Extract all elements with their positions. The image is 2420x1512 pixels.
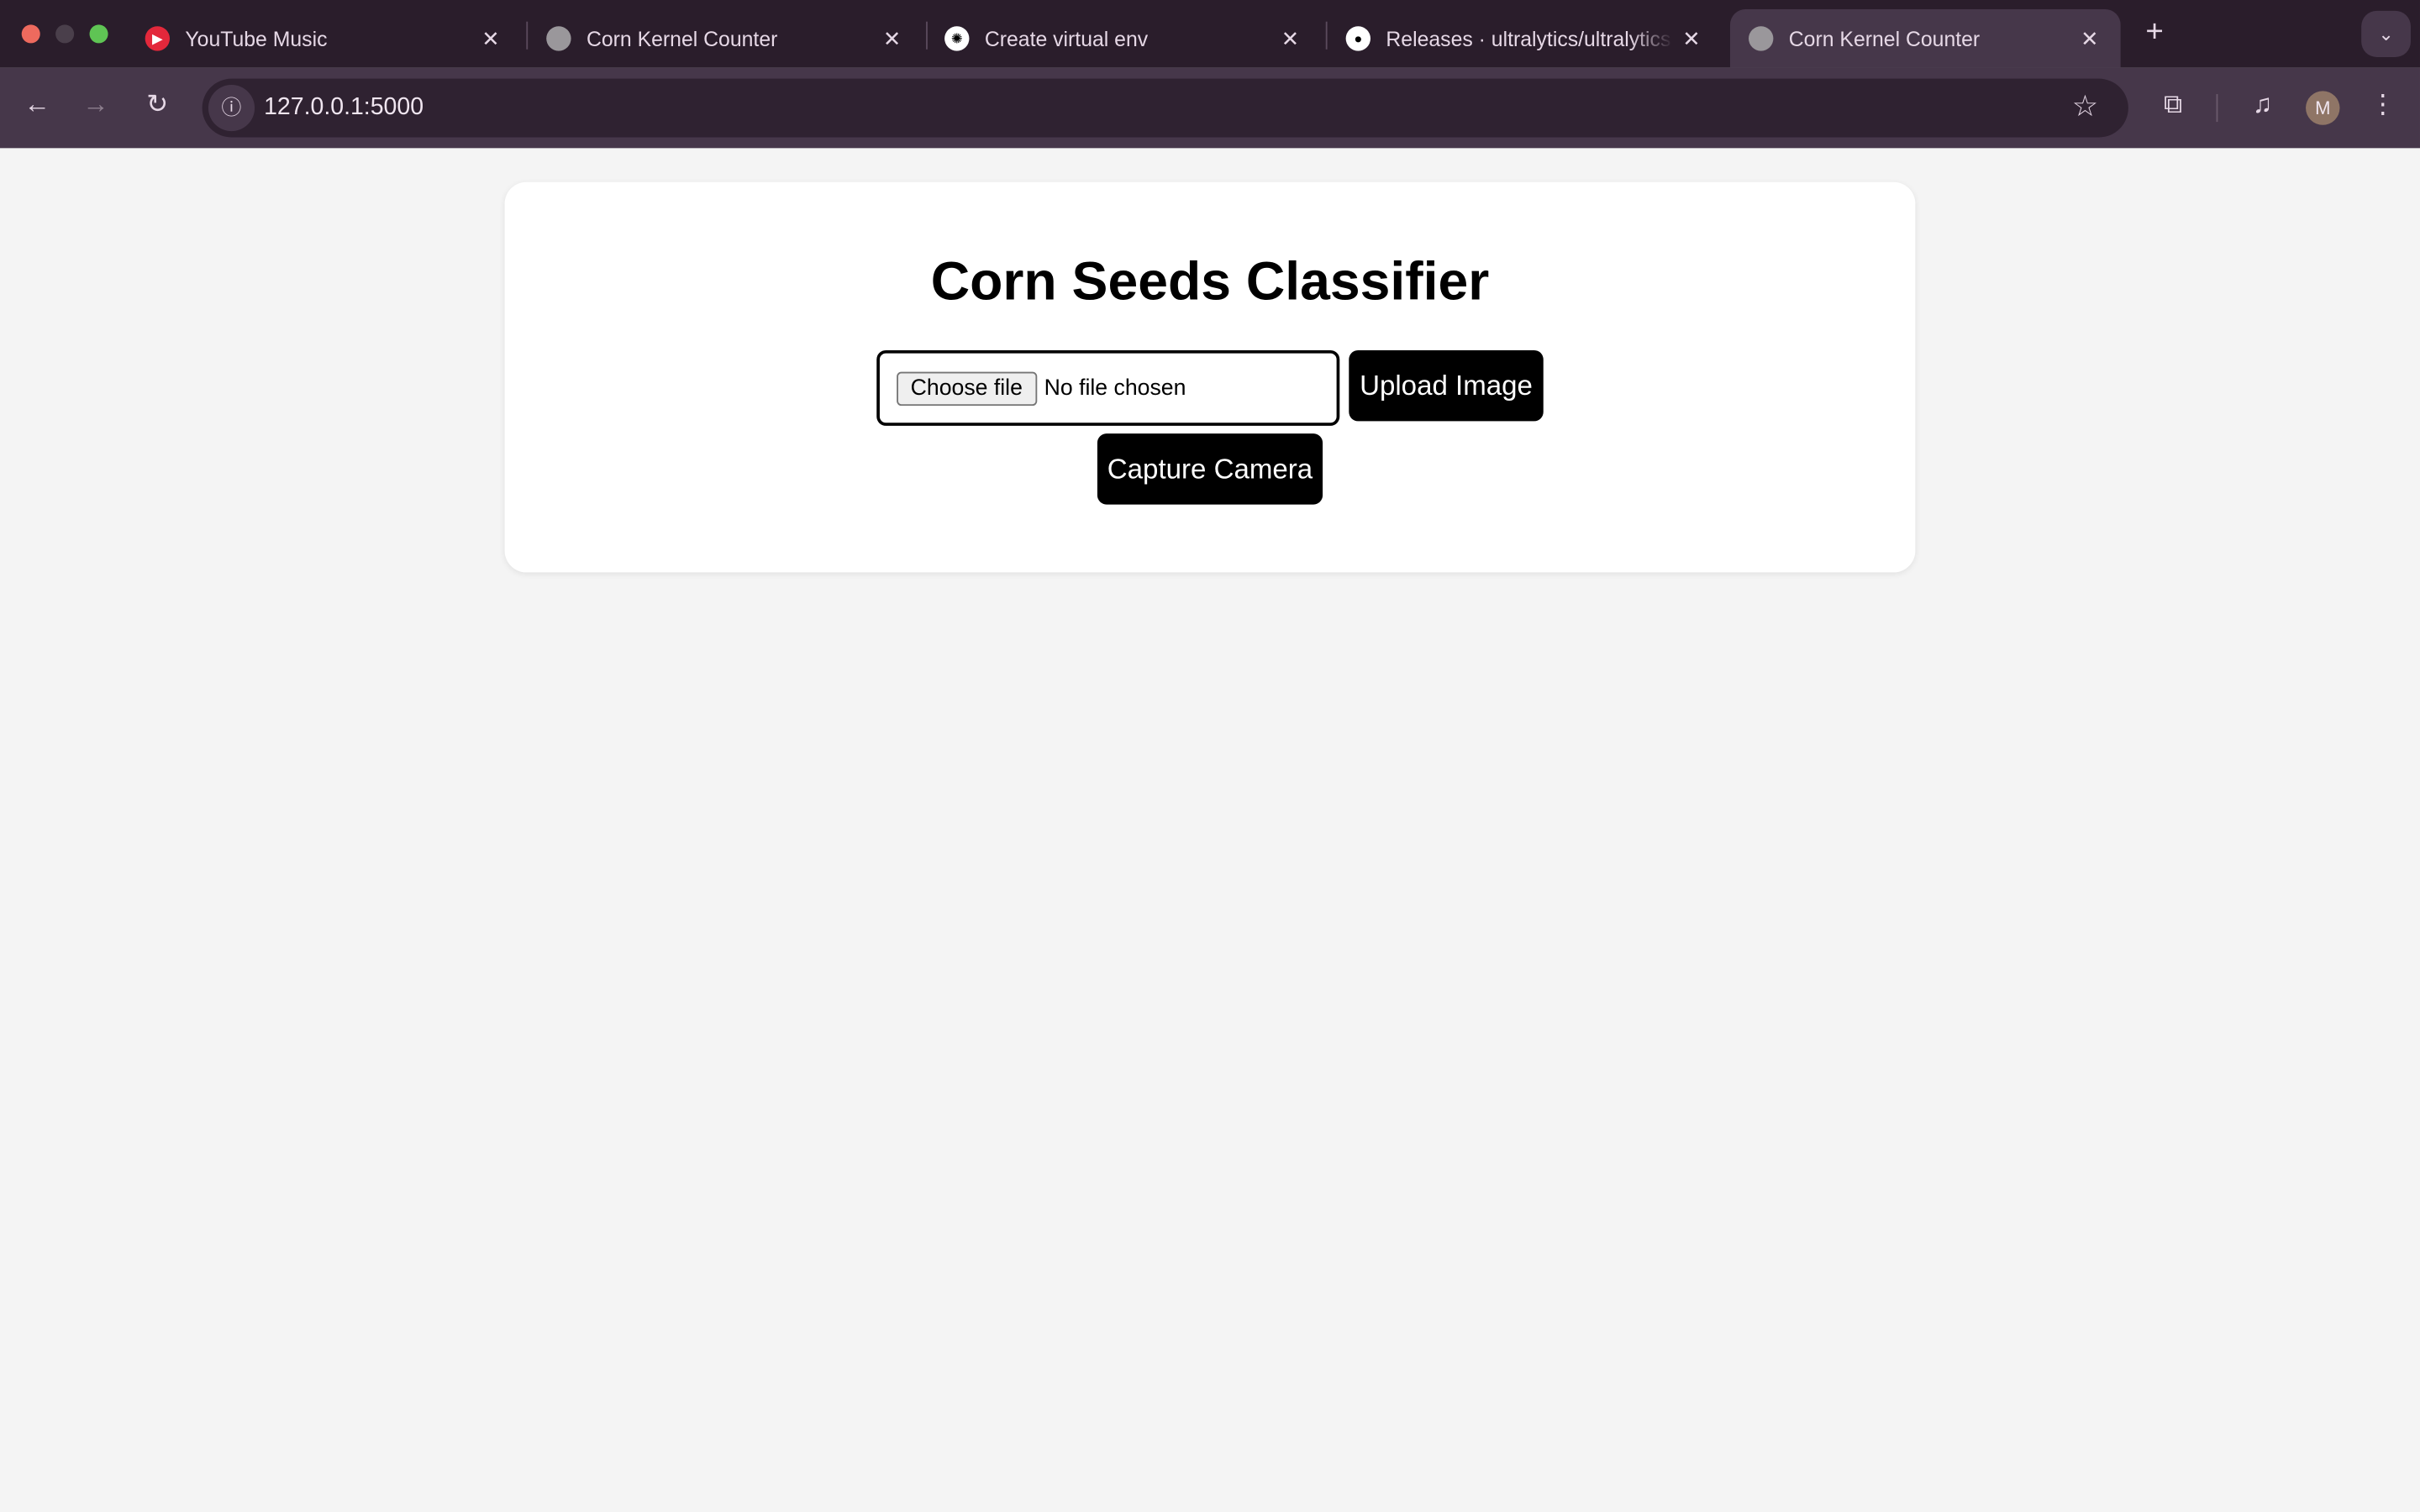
reload-button[interactable]: ↻: [139, 90, 176, 121]
file-status: No file chosen: [1044, 375, 1186, 401]
upload-image-button[interactable]: Upload Image: [1349, 349, 1544, 422]
site-info-icon[interactable]: ⓘ: [208, 85, 255, 132]
close-tab-icon[interactable]: ✕: [2071, 25, 2108, 51]
close-tab-icon[interactable]: ✕: [472, 25, 509, 51]
globe-icon: [546, 26, 571, 51]
capture-camera-button[interactable]: Capture Camera: [1097, 433, 1323, 505]
close-tab-icon[interactable]: ✕: [874, 25, 911, 51]
file-input[interactable]: Choose file No file chosen: [876, 349, 1340, 426]
globe-icon: [1749, 26, 1774, 51]
github-icon: ●: [1345, 26, 1371, 51]
tab-create-virtual-env[interactable]: ✺ Create virtual env ✕: [926, 9, 1321, 68]
tab-corn-kernel-counter-active[interactable]: Corn Kernel Counter ✕: [1729, 9, 2121, 68]
menu-kebab-icon[interactable]: ⋮: [2365, 90, 2402, 121]
close-tab-icon[interactable]: ✕: [1271, 25, 1308, 51]
address-bar[interactable]: ⓘ 127.0.0.1:5000 ☆: [202, 78, 2128, 138]
openai-icon: ✺: [944, 26, 970, 51]
tab-youtube-music[interactable]: ▶ YouTube Music ✕: [127, 9, 522, 68]
toolbar-divider: [2216, 94, 2218, 123]
media-controls-icon[interactable]: ♫: [2244, 90, 2281, 121]
choose-file-button[interactable]: Choose file: [897, 370, 1037, 406]
extensions-icon[interactable]: ⧉: [2154, 90, 2191, 121]
maximize-window-button[interactable]: [89, 24, 108, 44]
minimize-window-button[interactable]: [55, 24, 75, 44]
new-tab-button[interactable]: +: [2136, 15, 2173, 50]
url-text[interactable]: 127.0.0.1:5000: [264, 94, 424, 122]
youtube-music-icon: ▶: [145, 26, 171, 51]
forward-button[interactable]: →: [77, 90, 114, 121]
browser-toolbar: ← → ↻ ⓘ 127.0.0.1:5000 ☆ ⧉ ♫ M ⋮: [0, 67, 2420, 149]
bookmark-star-icon[interactable]: ☆: [2066, 90, 2103, 125]
tab-strip: ▶ YouTube Music ✕ Corn Kernel Counter ✕ …: [0, 0, 2420, 68]
back-button[interactable]: ←: [18, 90, 55, 121]
page-title: Corn Seeds Classifier: [930, 251, 1490, 312]
close-tab-icon[interactable]: ✕: [1673, 25, 1710, 51]
tab-search-button[interactable]: ⌄: [2361, 10, 2411, 57]
tab-corn-kernel-counter[interactable]: Corn Kernel Counter ✕: [528, 9, 923, 68]
tab-releases-ultralytics[interactable]: ● Releases · ultralytics/ultralytics ✕: [1328, 9, 1723, 68]
profile-avatar[interactable]: M: [2306, 91, 2340, 125]
close-window-button[interactable]: [21, 24, 40, 44]
